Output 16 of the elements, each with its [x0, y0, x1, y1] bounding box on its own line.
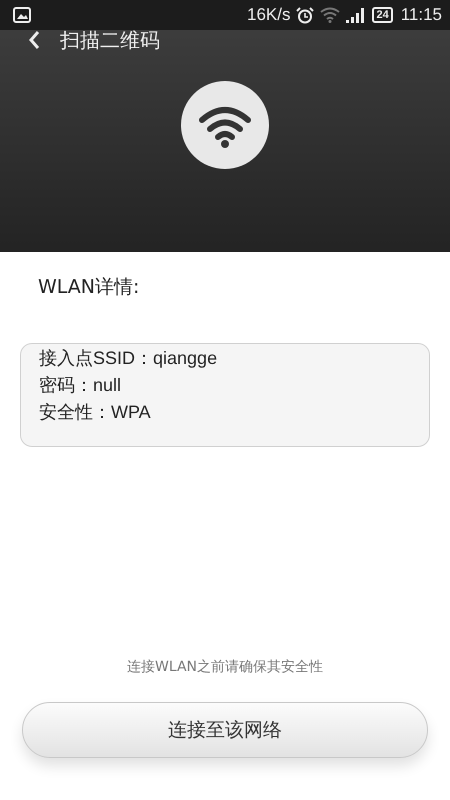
back-button[interactable]: [28, 30, 40, 50]
chevron-left-icon: [28, 30, 40, 50]
wifi-icon: [320, 7, 340, 23]
screen-title: 扫描二维码: [60, 26, 160, 54]
security-note: 连接WLAN之前请确保其安全性: [126, 658, 324, 676]
connect-button[interactable]: 连接至该网络: [22, 702, 428, 758]
clock-time: 11:15: [400, 5, 442, 25]
detail-line: 密码：null: [39, 374, 122, 397]
battery-level: 24: [372, 7, 393, 23]
detail-line: 接入点SSID：qiangge: [39, 347, 218, 370]
alarm-clock-icon: [296, 6, 314, 24]
section-title: WLAN详情:: [38, 275, 140, 300]
detail-line: 安全性：WPA: [39, 401, 152, 424]
image-icon: [13, 7, 31, 23]
network-speed: 16K/s: [246, 5, 290, 25]
signal-icon: [346, 7, 366, 23]
